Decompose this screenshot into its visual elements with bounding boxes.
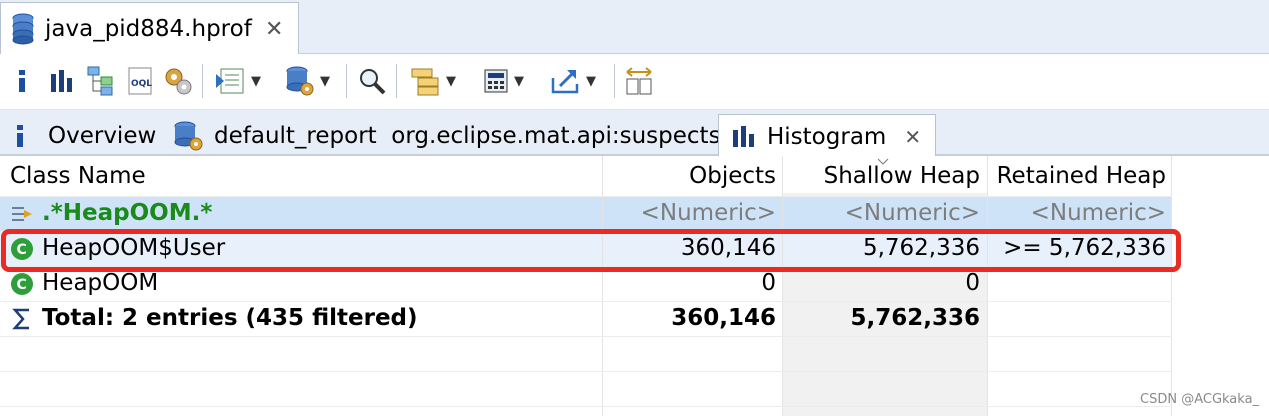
tab-histogram-label: Histogram [767, 123, 887, 150]
compare-icon[interactable] [622, 62, 656, 100]
column-divider [782, 156, 783, 416]
total-objects: 360,146 [671, 305, 776, 331]
row-divider [0, 196, 1172, 197]
mat-window: java_pid884.hprof ✕ OQL ▼ ▼ ▼ ▼ ▼ Overvi… [0, 0, 1269, 416]
export-icon[interactable]: ▼ [542, 62, 604, 100]
row-divider [0, 406, 1172, 407]
total-label-cell: Total: 2 entries (435 filtered) [10, 301, 600, 336]
close-icon[interactable]: ✕ [904, 125, 921, 149]
column-divider [987, 156, 988, 416]
overview-info-icon[interactable] [10, 62, 34, 100]
highlight-annotation [1, 229, 1181, 272]
search-icon[interactable] [356, 62, 388, 100]
thread-overview-icon[interactable] [162, 62, 194, 100]
row-divider [0, 301, 1172, 302]
sort-indicator-icon [877, 158, 889, 165]
toolbar-separator [202, 64, 203, 98]
tab-overview[interactable]: Overview [12, 116, 156, 156]
toolbar-separator [346, 64, 347, 98]
total-label: Total: 2 entries (435 filtered) [42, 305, 418, 331]
histogram-table: Class Name Objects Shallow Heap Retained… [0, 156, 1269, 416]
column-header-objects[interactable]: Objects [604, 156, 776, 196]
editor-tab-title: java_pid884.hprof [45, 15, 252, 42]
filter-class-name: .*HeapOOM.* [42, 200, 213, 226]
editor-tab-strip: java_pid884.hprof ✕ [0, 0, 1269, 54]
histogram-icon[interactable] [48, 62, 76, 100]
tab-default-report-label: default_report org.eclipse.mat.api:suspe… [214, 123, 721, 149]
tab-overview-label: Overview [48, 123, 157, 149]
heap-dump-icon [12, 13, 34, 44]
total-row: Total: 2 entries (435 filtered) 360,146 … [0, 301, 1172, 336]
query-browser-icon[interactable]: ▼ [276, 62, 338, 100]
svg-text:OQL: OQL [131, 79, 152, 89]
toolbar-separator [396, 64, 397, 98]
watermark: CSDN @ACGkaka_ [1140, 392, 1260, 407]
info-icon [17, 125, 23, 147]
svg-text:C: C [17, 277, 27, 293]
filter-objects[interactable]: <Numeric> [604, 196, 776, 231]
filter-retained-heap[interactable]: <Numeric> [990, 196, 1166, 231]
group-icon[interactable]: ▼ [402, 62, 464, 100]
column-header-class-name[interactable]: Class Name [10, 156, 600, 196]
oql-icon[interactable]: OQL [126, 62, 156, 100]
run-report-icon[interactable]: ▼ [208, 62, 268, 100]
histogram-icon [733, 125, 754, 147]
filter-class-name-cell[interactable]: .*HeapOOM.* [10, 196, 600, 231]
total-shallow-heap: 5,762,336 [850, 305, 981, 331]
result-tabs: Overview default_report org.eclipse.mat.… [0, 110, 1269, 158]
tab-default-report[interactable]: default_report org.eclipse.mat.api:suspe… [172, 116, 721, 156]
filter-shallow-heap[interactable]: <Numeric> [784, 196, 980, 231]
column-header-shallow-heap-label: Shallow Heap [823, 163, 980, 189]
sum-icon [12, 308, 29, 329]
dominator-tree-icon[interactable] [86, 62, 118, 100]
toolbar: OQL ▼ ▼ ▼ ▼ ▼ [0, 54, 1269, 110]
row-divider [0, 336, 1172, 337]
column-divider [1171, 156, 1172, 416]
calculator-icon[interactable]: ▼ [472, 62, 534, 100]
table-header: Class Name Objects Shallow Heap Retained… [0, 156, 1172, 196]
editor-tab-hprof[interactable]: java_pid884.hprof ✕ [0, 2, 299, 54]
column-header-retained-heap[interactable]: Retained Heap [990, 156, 1166, 196]
regex-filter-icon [12, 206, 32, 221]
close-icon[interactable]: ✕ [265, 17, 283, 42]
toolbar-separator [614, 64, 615, 98]
filter-row[interactable]: .*HeapOOM.* <Numeric> <Numeric> <Numeric… [0, 196, 1172, 231]
column-divider [602, 156, 603, 416]
tab-histogram[interactable]: Histogram ✕ [718, 114, 936, 158]
row-divider [0, 371, 1172, 372]
report-icon [174, 121, 203, 151]
class-icon: C [11, 272, 33, 295]
